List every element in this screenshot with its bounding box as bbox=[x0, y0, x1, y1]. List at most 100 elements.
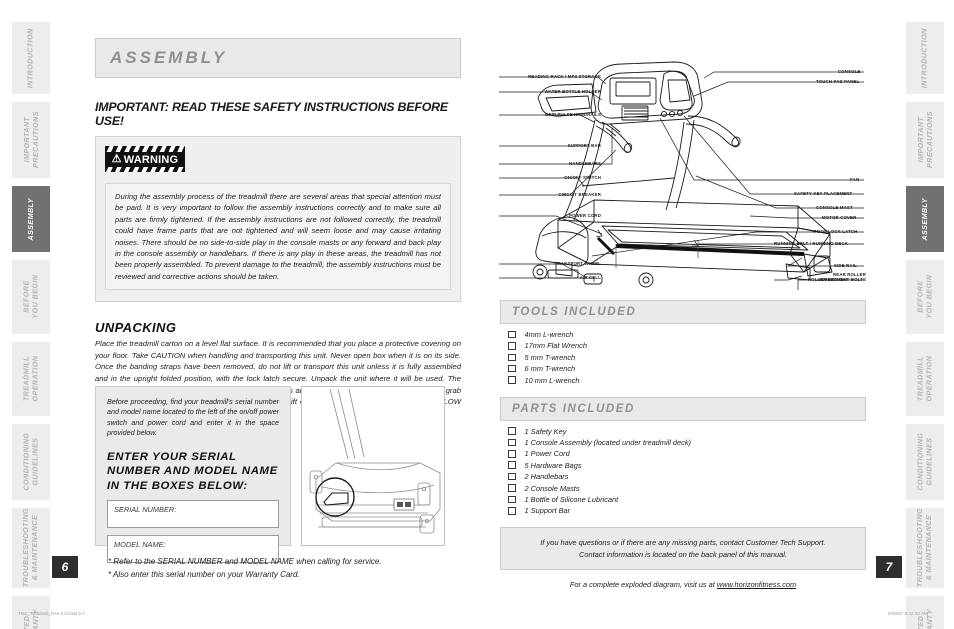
sidebar-tab-label: TREADMILL OPERATION bbox=[21, 356, 40, 402]
parts-included-list: 1 Safety Key 1 Console Assembly (located … bbox=[500, 426, 866, 516]
part-item: 5 Hardware Bags bbox=[508, 461, 866, 470]
serial-number-field[interactable]: SERIAL NUMBER: bbox=[107, 500, 279, 529]
tech-support-line-2: Contact information is located on the ba… bbox=[579, 549, 787, 559]
checkbox-icon[interactable] bbox=[508, 376, 516, 384]
sidebar-tab-label: ASSEMBLY bbox=[919, 197, 929, 241]
checkbox-icon[interactable] bbox=[508, 427, 516, 435]
sidebar-tab-label: IMPORTANT PRECAUTIONS bbox=[21, 111, 39, 169]
sidebar-tab-important-precautions[interactable]: IMPORTANT PRECAUTIONS bbox=[12, 102, 50, 178]
sidebar-tab-label: BEFORE YOU BEGIN bbox=[21, 275, 39, 319]
warning-panel: ⚠ WARNING During the assembly process of… bbox=[95, 136, 461, 303]
horizonfitness-link[interactable]: www.horizonfitness.com bbox=[717, 580, 796, 589]
diagram-label-rear-roller-group: REAR ROLLER ADJUSTMENT BOLTS bbox=[798, 272, 866, 283]
part-item: 1 Console Assembly (located under treadm… bbox=[508, 438, 866, 447]
serial-intro-text: Before proceeding, find your treadmill's… bbox=[107, 397, 279, 438]
visit-prefix: For a complete exploded diagram, visit u… bbox=[569, 580, 717, 590]
sidebar-tab-introduction[interactable]: INTRODUCTION bbox=[906, 22, 944, 94]
diagram-label-motor-cover: MOTOR COVER bbox=[822, 215, 857, 220]
sidebar-tab-before-you-begin[interactable]: BEFORE YOU BEGIN bbox=[906, 260, 944, 334]
tool-item: 5 mm T-wrench bbox=[508, 353, 866, 362]
tool-label: 4mm L-wrench bbox=[524, 330, 574, 339]
checkbox-icon[interactable] bbox=[508, 450, 516, 458]
footer-timestamp: 6/29/07 8:42:32 AM bbox=[888, 611, 928, 616]
checkbox-icon[interactable] bbox=[508, 438, 516, 447]
warning-badge: ⚠ WARNING bbox=[105, 146, 185, 172]
sidebar-tab-troubleshooting-maintenance[interactable]: TROUBLESHOOTING & MAINTENANCE bbox=[12, 508, 50, 588]
treadmill-parts-diagram: READING RACK / MP3 STORAGE WATER BOTTLE … bbox=[498, 58, 870, 293]
sidebar-tab-treadmill-operation[interactable]: TREADMILL OPERATION bbox=[12, 342, 50, 416]
sidebar-tab-introduction[interactable]: INTRODUCTION bbox=[12, 22, 50, 94]
part-label: 1 Console Assembly (located under treadm… bbox=[524, 437, 692, 447]
sidebar-tab-label: BEFORE YOU BEGIN bbox=[915, 275, 933, 319]
diagram-label-foot-lock-latch: FOOT LOCK LATCH bbox=[814, 229, 858, 234]
part-item: 1 Bottle of Silicone Lubricant bbox=[508, 495, 866, 504]
note-item: * Refer to the SERIAL NUMBER and MODEL N… bbox=[108, 557, 382, 566]
serial-number-label: SERIAL NUMBER: bbox=[114, 505, 177, 515]
diagram-label-running-belt-deck: RUNNING BELT / RUNNING DECK bbox=[774, 241, 849, 246]
part-label: 1 Bottle of Silicone Lubricant bbox=[524, 494, 619, 504]
sidebar-tab-assembly[interactable]: ASSEMBLY bbox=[12, 186, 50, 252]
tools-parts-column: TOOLS INCLUDED 4mm L-wrench 17mm Flat Wre… bbox=[500, 300, 866, 589]
checkbox-icon[interactable] bbox=[508, 507, 516, 515]
sidebar-tab-label: CONDITIONING GUIDELINES bbox=[21, 433, 39, 491]
serial-number-section: Before proceeding, find your treadmill's… bbox=[95, 386, 445, 564]
exploded-diagram-note: For a complete exploded diagram, visit u… bbox=[500, 580, 866, 589]
model-name-label: MODEL NAME: bbox=[114, 540, 166, 550]
warning-text: During the assembly process of the tread… bbox=[105, 183, 451, 291]
tool-item: 17mm Flat Wrench bbox=[508, 341, 866, 350]
checkbox-icon[interactable] bbox=[508, 472, 516, 481]
sidebar-tab-label: IMPORTANT PRECAUTIONS bbox=[915, 111, 933, 169]
part-label: 1 Safety Key bbox=[524, 426, 567, 436]
checkbox-icon[interactable] bbox=[508, 330, 516, 339]
tools-included-title: TOOLS INCLUDED bbox=[500, 300, 866, 324]
sidebar-tab-important-precautions[interactable]: IMPORTANT PRECAUTIONS bbox=[906, 102, 944, 178]
checkbox-icon[interactable] bbox=[508, 364, 516, 373]
part-item: 2 Console Masts bbox=[508, 484, 866, 493]
tech-support-line-1: If you have questions or if there are an… bbox=[540, 538, 826, 548]
sidebar-tab-label: INTRODUCTION bbox=[25, 28, 35, 88]
checkbox-icon[interactable] bbox=[508, 342, 516, 350]
sidebar-tab-label: TROUBLESHOOTING & MAINTENANCE bbox=[915, 508, 934, 588]
footer-file-name: TM1_Treadmill_Rev-2.0.indd 6-7 bbox=[18, 611, 85, 616]
part-label: 2 Handlebars bbox=[524, 472, 569, 482]
checkbox-icon[interactable] bbox=[508, 461, 516, 469]
sidebar-tab-troubleshooting-maintenance[interactable]: TROUBLESHOOTING & MAINTENANCE bbox=[906, 508, 944, 588]
right-tab-rail: INTRODUCTION IMPORTANT PRECAUTIONS ASSEMBLY… bbox=[906, 22, 944, 629]
serial-instructions-box: Before proceeding, find your treadmill's… bbox=[95, 386, 291, 564]
checkbox-icon[interactable] bbox=[508, 495, 516, 504]
diagram-label-safety-key-placement: SAFETY KEY PLACEMENT bbox=[794, 191, 853, 196]
checkbox-icon[interactable] bbox=[508, 353, 516, 362]
sidebar-tab-label: TREADMILL OPERATION bbox=[915, 356, 934, 402]
diagram-label-transport-wheel: TRANSPORT WHEEL bbox=[554, 261, 601, 266]
serial-heading: ENTER YOUR SERIAL NUMBER AND MODEL NAME … bbox=[107, 450, 278, 492]
sidebar-tab-label: ASSEMBLY bbox=[25, 197, 35, 241]
unpacking-title: UNPACKING bbox=[95, 320, 177, 336]
diagram-label-handlebars: HANDLEBARS bbox=[569, 161, 601, 166]
diagram-label-adjustment-bolts: ADJUSTMENT BOLTS bbox=[818, 277, 866, 283]
warning-triangle-icon: ⚠ bbox=[111, 153, 122, 165]
sidebar-tab-label: INTRODUCTION bbox=[919, 28, 929, 88]
sidebar-tab-conditioning-guidelines[interactable]: CONDITIONING GUIDELINES bbox=[12, 424, 50, 500]
tool-item: 10 mm L-wrench bbox=[508, 376, 866, 385]
left-tab-rail: INTRODUCTION IMPORTANT PRECAUTIONS ASSEMBLY… bbox=[12, 22, 50, 629]
part-label: 1 Support Bar bbox=[524, 506, 571, 516]
part-item: 1 Power Cord bbox=[508, 449, 866, 458]
checkbox-icon[interactable] bbox=[508, 484, 516, 492]
sidebar-tab-assembly[interactable]: ASSEMBLY bbox=[906, 186, 944, 252]
manual-page: INTRODUCTION IMPORTANT PRECAUTIONS ASSEMBLY… bbox=[0, 0, 954, 629]
sidebar-tab-treadmill-operation[interactable]: TREADMILL OPERATION bbox=[906, 342, 944, 416]
diagram-label-air-cell: AIR CELL bbox=[579, 275, 601, 280]
sidebar-tab-conditioning-guidelines[interactable]: CONDITIONING GUIDELINES bbox=[906, 424, 944, 500]
diagram-label-reading-rack: READING RACK / MP3 STORAGE bbox=[528, 74, 601, 79]
sidebar-tab-before-you-begin[interactable]: BEFORE YOU BEGIN bbox=[12, 260, 50, 334]
page-title: ASSEMBLY bbox=[95, 38, 461, 78]
tool-item: 6 mm T-wrench bbox=[508, 364, 866, 373]
treadmill-serial-location-photo bbox=[301, 386, 445, 546]
diagram-label-circuit-breaker: CIRCUIT BREAKER bbox=[558, 192, 601, 197]
part-item: 2 Handlebars bbox=[508, 472, 866, 481]
page-number-left: 6 bbox=[52, 556, 78, 578]
important-notice: IMPORTANT: READ THESE SAFETY INSTRUCTION… bbox=[95, 100, 448, 128]
left-content-column: ASSEMBLY IMPORTANT: READ THESE SAFETY IN… bbox=[95, 38, 461, 419]
tool-item: 4mm L-wrench bbox=[508, 330, 866, 339]
diagram-label-console-mast: CONSOLE MAST bbox=[816, 205, 853, 210]
